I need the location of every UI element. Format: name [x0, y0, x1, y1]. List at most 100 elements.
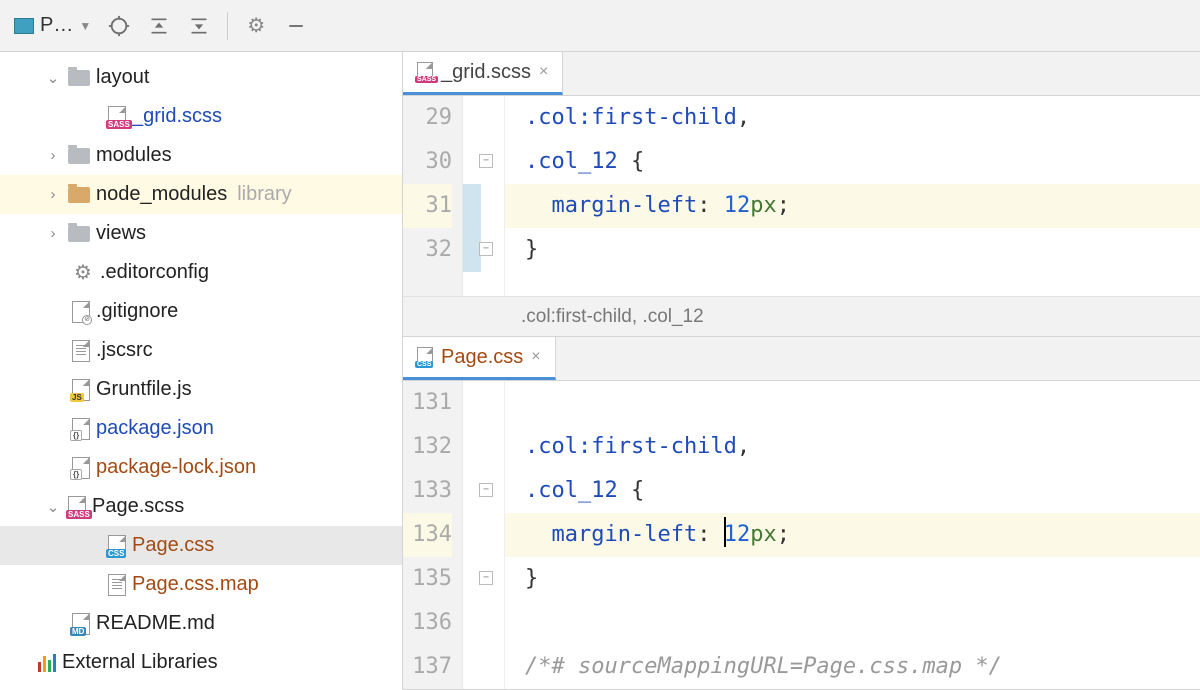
file-icon	[108, 574, 126, 596]
tree-folder-layout[interactable]: ⌄ layout	[0, 58, 402, 97]
json-file-icon: {}	[72, 418, 90, 440]
tab-bar: CSS Page.css ×	[403, 337, 1200, 381]
css-file-icon: CSS	[108, 535, 126, 557]
settings-icon[interactable]: ⚙	[238, 8, 274, 44]
tree-label: _grid.scss	[132, 105, 222, 128]
tree-file-page-css[interactable]: CSS Page.css	[0, 526, 402, 565]
minimize-icon[interactable]	[278, 8, 314, 44]
tree-file-page-css-map[interactable]: Page.css.map	[0, 565, 402, 604]
code-lines[interactable]: .col:first-child, .col_12 { margin-left:…	[505, 96, 1200, 296]
json-file-icon: {}	[72, 457, 90, 479]
line-number: 137	[403, 645, 452, 689]
line-number: 31	[403, 184, 452, 228]
tree-file-package-json[interactable]: {} package.json	[0, 409, 402, 448]
project-selector[interactable]: P… ▼	[8, 14, 97, 37]
tree-label: node_modules	[96, 183, 227, 206]
fold-icon[interactable]: −	[479, 154, 493, 168]
breadcrumb[interactable]: .col:first-child, .col_12	[403, 296, 1200, 336]
md-file-icon: MD	[72, 613, 90, 635]
code-line[interactable]: .col_12 {	[505, 140, 1200, 184]
fold-icon[interactable]: −	[479, 242, 493, 256]
close-icon[interactable]: ×	[539, 63, 548, 81]
tree-label: package.json	[96, 417, 214, 440]
tab-label: Page.css	[441, 346, 523, 369]
editor-pane-top: SASS _grid.scss × 29 30 31 32 − −	[403, 52, 1200, 337]
tree-folder-modules[interactable]: › modules	[0, 136, 402, 175]
line-number: 132	[403, 425, 452, 469]
project-tree: ⌄ layout SASS _grid.scss › modules › nod…	[0, 52, 403, 690]
tree-label: Page.css.map	[132, 573, 259, 596]
code-line[interactable]: .col_12 {	[505, 469, 1200, 513]
tree-file-editorconfig[interactable]: ⚙ .editorconfig	[0, 253, 402, 292]
gutter: 29 30 31 32	[403, 96, 463, 296]
tab-label: _grid.scss	[441, 61, 531, 84]
code-line[interactable]: }	[505, 228, 1200, 272]
tab-bar: SASS _grid.scss ×	[403, 52, 1200, 96]
folder-icon	[68, 187, 90, 203]
tree-file-page-scss[interactable]: ⌄ SASS Page.scss	[0, 487, 402, 526]
project-icon	[14, 18, 34, 34]
tree-file-gruntfile[interactable]: JS Gruntfile.js	[0, 370, 402, 409]
close-icon[interactable]: ×	[531, 348, 540, 366]
tree-file-jscsrc[interactable]: .jscsrc	[0, 331, 402, 370]
code-line[interactable]: margin-left: 12px;	[505, 513, 1200, 557]
chevron-right-icon: ›	[44, 186, 62, 203]
gutter-marks: − −	[463, 381, 505, 689]
line-number: 30	[403, 140, 452, 184]
line-number: 135	[403, 557, 452, 601]
line-number: 134	[403, 513, 452, 557]
code-line[interactable]: /*# sourceMappingURL=Page.css.map */	[505, 645, 1200, 689]
editors-column: SASS _grid.scss × 29 30 31 32 − −	[403, 52, 1200, 690]
code-area[interactable]: 131 132 133 134 135 136 137 138 − − .col…	[403, 381, 1200, 689]
gutter: 131 132 133 134 135 136 137 138	[403, 381, 463, 689]
code-line[interactable]: }	[505, 557, 1200, 601]
project-label: P…	[40, 14, 73, 37]
tree-label: .editorconfig	[100, 261, 209, 284]
tree-label: views	[96, 222, 146, 245]
breadcrumb-text: .col:first-child, .col_12	[521, 306, 704, 328]
code-lines[interactable]: .col:first-child, .col_12 { margin-left:…	[505, 381, 1200, 689]
tree-label: package-lock.json	[96, 456, 256, 479]
tree-external-libraries[interactable]: External Libraries	[0, 643, 402, 682]
tree-label: Page.scss	[92, 495, 184, 518]
toolbar: P… ▼ ⚙	[0, 0, 1200, 52]
tab-grid-scss[interactable]: SASS _grid.scss ×	[403, 52, 563, 95]
line-number: 136	[403, 601, 452, 645]
tree-suffix: library	[237, 183, 291, 206]
tree-label: Page.css	[132, 534, 214, 557]
tree-file-grid-scss[interactable]: SASS _grid.scss	[0, 97, 402, 136]
fold-icon[interactable]: −	[479, 483, 493, 497]
separator	[227, 12, 228, 40]
sass-file-icon: SASS	[417, 62, 433, 82]
collapse-all-icon[interactable]	[181, 8, 217, 44]
gutter-marks: − −	[463, 96, 505, 296]
line-number: 29	[403, 96, 452, 140]
expand-all-icon[interactable]	[141, 8, 177, 44]
tab-page-css[interactable]: CSS Page.css ×	[403, 337, 556, 380]
locate-icon[interactable]	[101, 8, 137, 44]
tree-label: Gruntfile.js	[96, 378, 192, 401]
code-line[interactable]: .col:first-child,	[505, 96, 1200, 140]
line-number: 131	[403, 381, 452, 425]
code-line[interactable]: .col:first-child,	[505, 425, 1200, 469]
tree-file-gitignore[interactable]: ⊘ .gitignore	[0, 292, 402, 331]
code-line[interactable]	[505, 381, 1200, 425]
code-line[interactable]	[505, 601, 1200, 645]
tree-label: .gitignore	[96, 300, 178, 323]
tree-label: External Libraries	[62, 651, 218, 674]
sass-file-icon: SASS	[68, 496, 86, 518]
line-number: 32	[403, 228, 452, 272]
code-area[interactable]: 29 30 31 32 − − .col:first-child, .col_1…	[403, 96, 1200, 296]
tree-folder-node-modules[interactable]: › node_modules library	[0, 175, 402, 214]
chevron-right-icon: ›	[44, 147, 62, 164]
tree-folder-views[interactable]: › views	[0, 214, 402, 253]
gear-icon: ⚙	[72, 260, 94, 285]
file-icon	[72, 340, 90, 362]
fold-icon[interactable]: −	[479, 571, 493, 585]
js-file-icon: JS	[72, 379, 90, 401]
sass-file-icon: SASS	[108, 106, 126, 128]
tree-file-readme[interactable]: MD README.md	[0, 604, 402, 643]
tree-file-package-lock[interactable]: {} package-lock.json	[0, 448, 402, 487]
tree-label: layout	[96, 66, 149, 89]
code-line[interactable]: margin-left: 12px;	[505, 184, 1200, 228]
